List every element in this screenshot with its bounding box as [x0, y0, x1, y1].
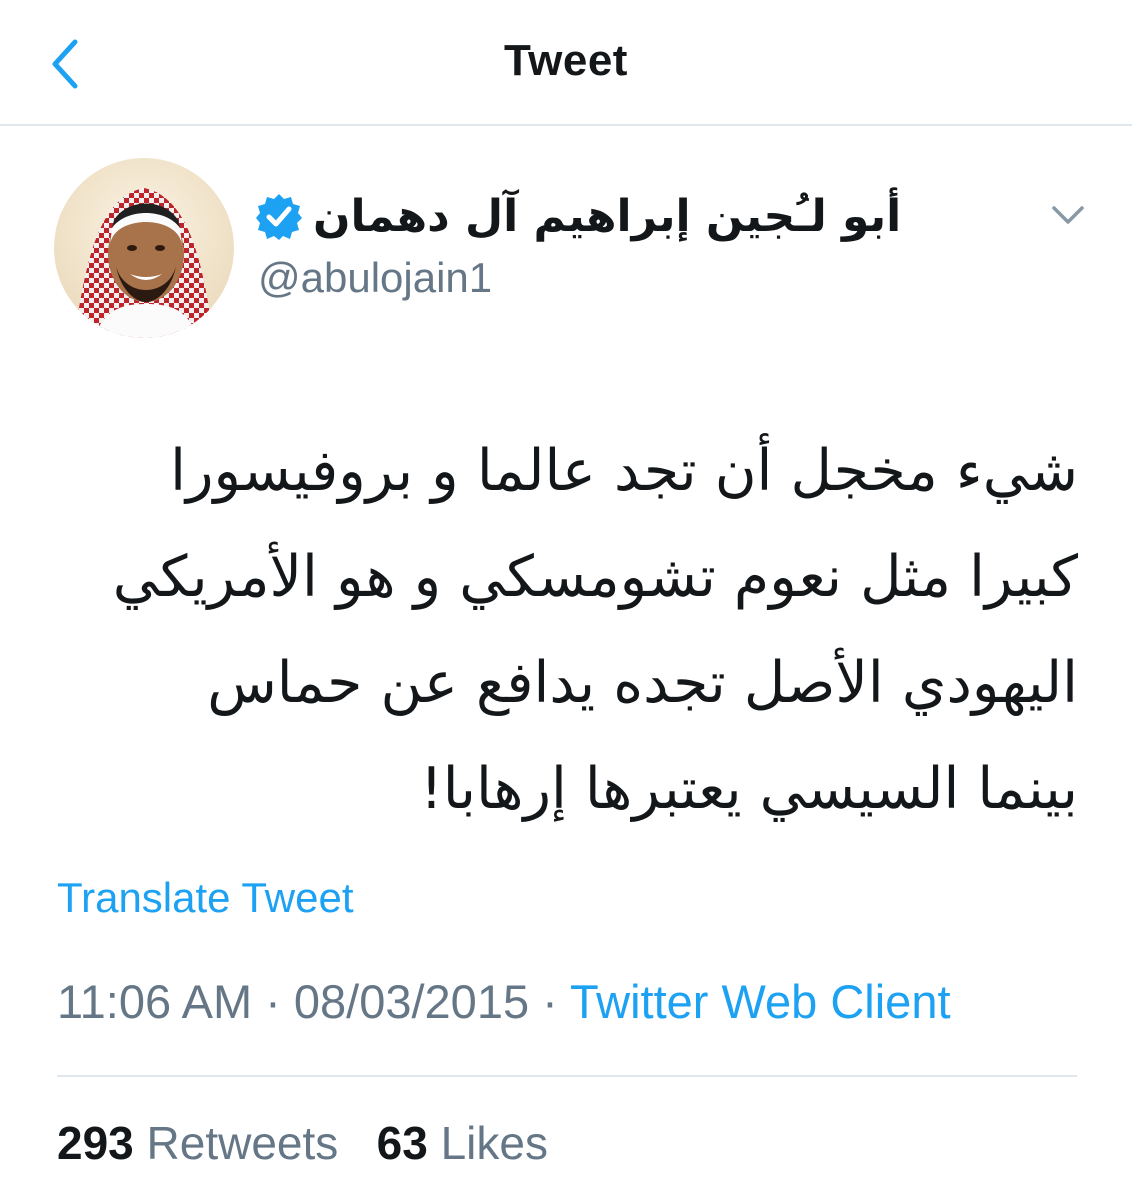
retweets-stat[interactable]: 293 Retweets	[57, 1117, 351, 1169]
likes-stat[interactable]: 63 Likes	[377, 1117, 548, 1169]
tweet-stats: 293 Retweets 63 Likes	[57, 1116, 548, 1170]
tweet-line: كبيرا مثل نعوم تشومسكي و هو الأمريكي	[112, 544, 1078, 610]
page-title: Tweet	[504, 36, 628, 85]
verified-badge-icon	[256, 194, 302, 240]
tweet-line: شيء مخجل أن تجد عالما و بروفيسورا	[170, 438, 1078, 504]
divider	[57, 1075, 1077, 1077]
user-handle[interactable]: @abulojain1	[258, 254, 492, 302]
meta-separator: ·	[265, 975, 281, 1028]
profile-photo	[54, 158, 234, 338]
chevron-down-icon[interactable]	[1046, 198, 1090, 234]
tweet-text: شيء مخجل أن تجد عالما و بروفيسورا كبيرا …	[56, 418, 1078, 842]
avatar[interactable]	[54, 158, 234, 338]
likes-label: Likes	[440, 1117, 548, 1169]
author-name-row[interactable]: أبو لـُجين إبراهيم آل دهمان	[255, 184, 901, 248]
likes-count: 63	[376, 1117, 428, 1169]
tweet-meta: 11:06 AM · 08/03/2015 · Twitter Web Clie…	[57, 974, 951, 1029]
translate-tweet-link[interactable]: Translate Tweet	[57, 874, 353, 922]
tweet-line: اليهودي الأصل تجده يدافع عن حماس	[207, 650, 1078, 716]
tweet-time: 11:06 AM	[57, 975, 253, 1028]
retweets-label: Retweets	[146, 1117, 339, 1169]
meta-separator: ·	[542, 975, 558, 1028]
tweet-date: 08/03/2015	[293, 975, 530, 1028]
display-name: أبو لـُجين إبراهيم آل دهمان	[313, 190, 902, 242]
retweets-count: 293	[57, 1117, 134, 1169]
top-bar: Tweet	[0, 0, 1132, 126]
tweet-source-link[interactable]: Twitter Web Client	[570, 975, 950, 1028]
tweet-line: بينما السيسي يعتبرها إرهابا!	[419, 756, 1078, 822]
